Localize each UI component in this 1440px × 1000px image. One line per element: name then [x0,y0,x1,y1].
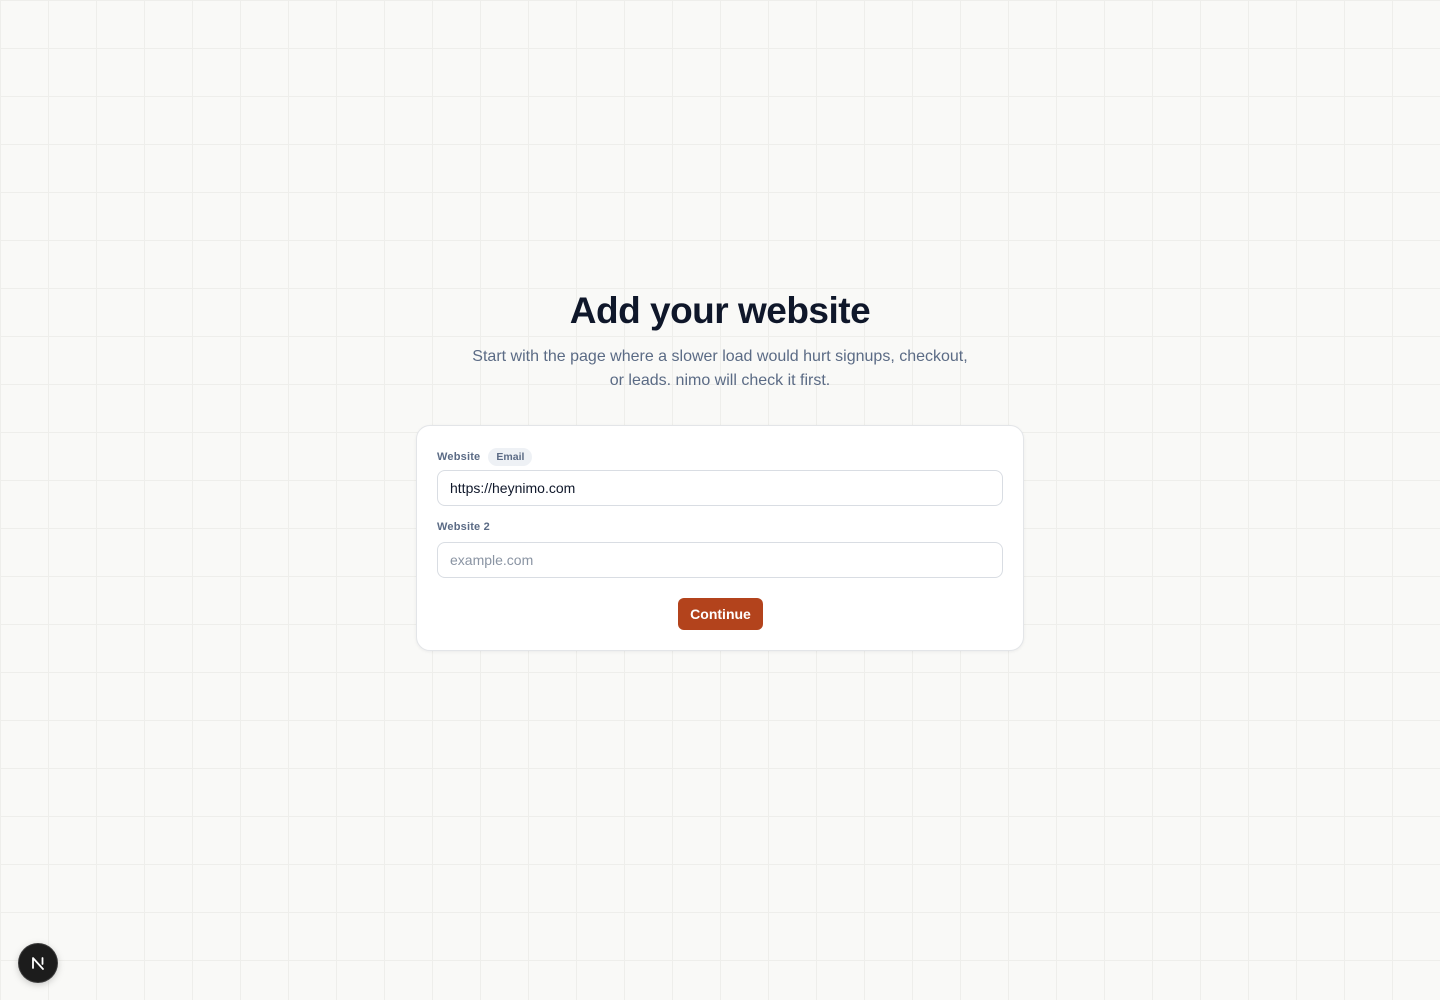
continue-button[interactable]: Continue [678,598,763,630]
website-2-input[interactable] [437,542,1003,578]
website-label-row: Website Email [437,448,533,466]
nextjs-n-icon [32,957,44,970]
website-label: Website [437,451,481,463]
website-2-label-row: Website 2 [437,521,490,533]
website-input[interactable] [437,470,1003,506]
email-toggle-button[interactable]: Email [488,448,533,466]
website-2-label: Website 2 [437,521,490,533]
page-subtitle: Start with the page where a slower load … [472,348,968,389]
add-website-form: Website Email Website 2 Continue [416,425,1024,651]
nextjs-dev-indicator[interactable] [19,944,57,982]
page-title: Add your website [569,290,871,331]
